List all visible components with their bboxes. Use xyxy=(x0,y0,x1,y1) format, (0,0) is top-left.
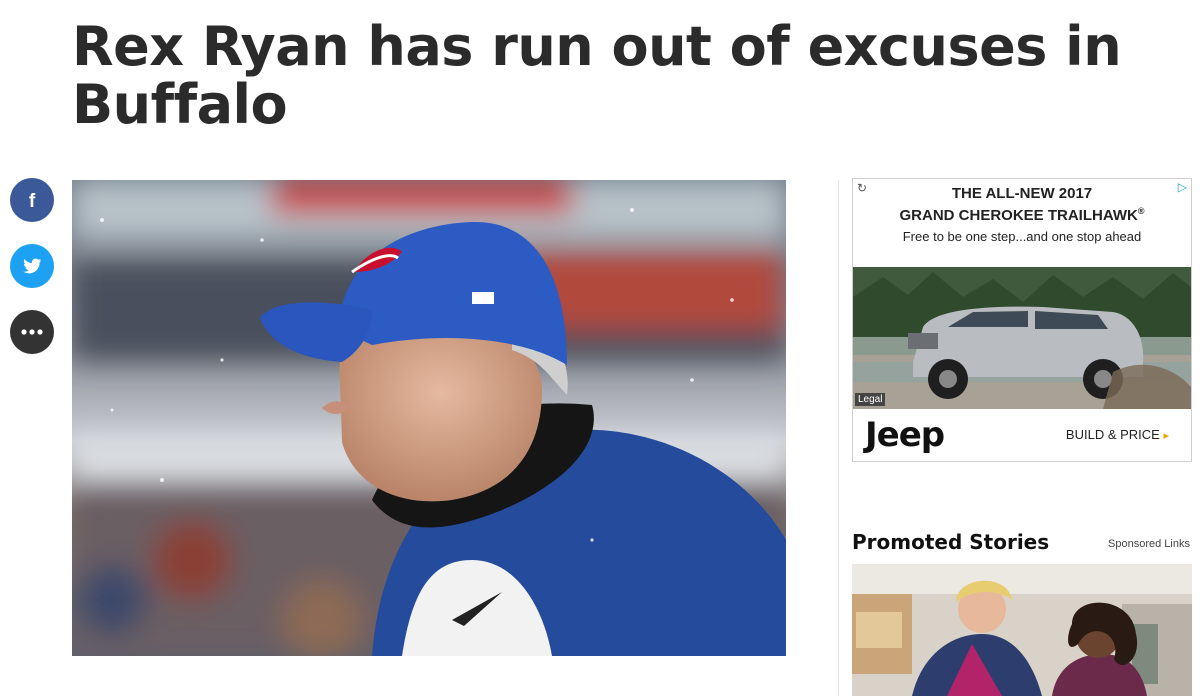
sponsored-links-label[interactable]: Sponsored Links xyxy=(1108,538,1190,550)
ad-vehicle-image xyxy=(853,267,1191,409)
more-share-button[interactable] xyxy=(10,310,54,354)
facebook-share-button[interactable]: f xyxy=(10,178,54,222)
more-icon xyxy=(21,329,43,335)
promoted-story-image[interactable] xyxy=(852,564,1192,696)
jeep-advertisement[interactable]: ↻ ▷ THE ALL-NEW 2017 GRAND CHEROKEE TRAI… xyxy=(852,178,1192,462)
facebook-icon: f xyxy=(29,191,36,211)
jeep-logo: Jeep xyxy=(865,415,945,455)
cta-arrow-icon: ▸ xyxy=(1163,430,1169,442)
ad-headline-line1: THE ALL-NEW 2017 xyxy=(951,185,1093,202)
ad-legal-link[interactable]: Legal xyxy=(855,393,886,406)
promoted-stories-title: Promoted Stories xyxy=(852,530,1050,554)
twitter-share-button[interactable] xyxy=(10,244,54,288)
svg-text:f: f xyxy=(29,191,36,211)
sidebar-divider xyxy=(838,180,839,696)
article-title: Rex Ryan has run out of excuses in Buffa… xyxy=(72,15,1122,136)
article-hero-image xyxy=(72,180,786,656)
twitter-icon xyxy=(23,258,42,274)
build-and-price-link[interactable]: BUILD & PRICE ▸ xyxy=(1066,427,1169,442)
share-bar: f xyxy=(10,178,54,376)
ad-headline-line2: GRAND CHEROKEE TRAILHAWK® xyxy=(899,206,1145,224)
ad-tagline: Free to be one step...and one stop ahead xyxy=(902,229,1142,244)
